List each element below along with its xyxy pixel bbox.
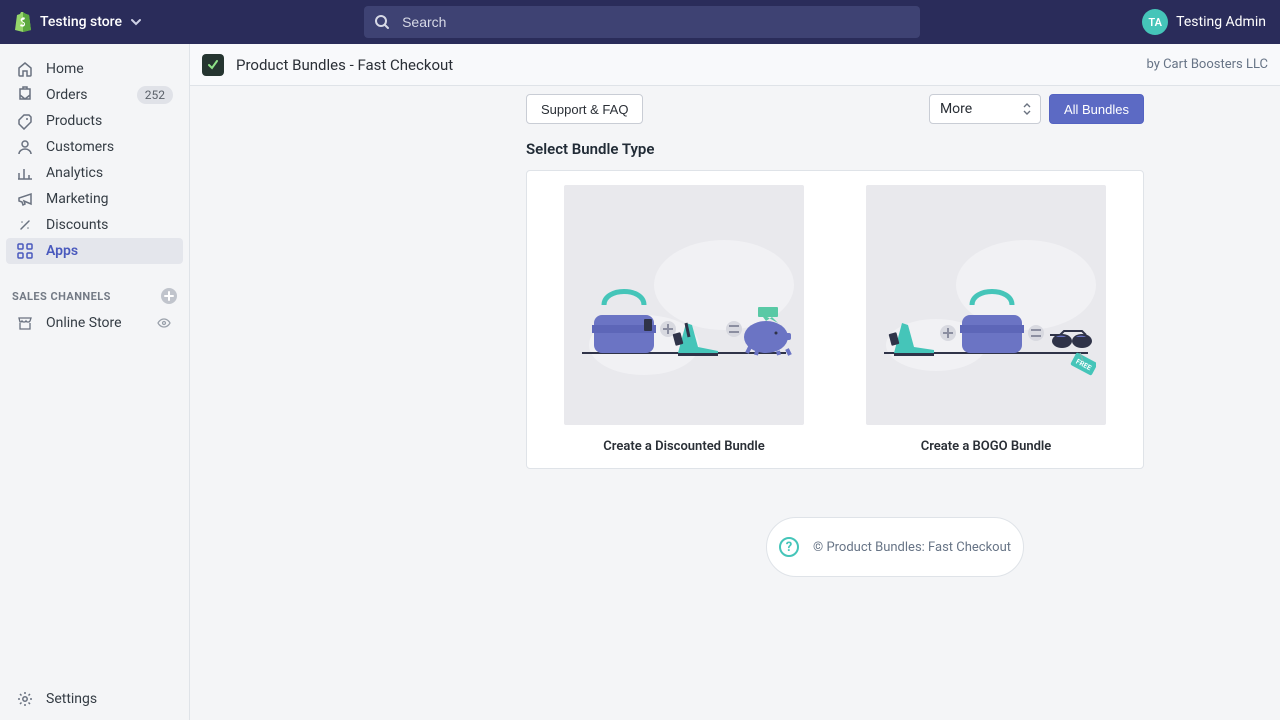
page-body: Product Bundles - Fast Checkout by Cart … <box>190 44 1280 720</box>
sidebar-item-label: Marketing <box>46 191 173 207</box>
sidebar-item-products[interactable]: Products <box>6 108 183 134</box>
sidebar-item-label: Products <box>46 113 173 129</box>
discounted-illustration <box>564 185 804 425</box>
search-field[interactable] <box>364 6 920 38</box>
apps-icon <box>16 242 34 260</box>
orders-badge: 252 <box>137 86 173 104</box>
sidebar: Home Orders 252 Products Customers Analy… <box>0 44 190 720</box>
app-icon <box>202 54 224 76</box>
bundle-option-bogo[interactable]: FREE Create a BOGO Bundle <box>843 185 1129 454</box>
sidebar-footer: Settings <box>0 678 189 720</box>
option-label: Create a BOGO Bundle <box>921 439 1052 454</box>
sidebar-item-marketing[interactable]: Marketing <box>6 186 183 212</box>
page-header: Product Bundles - Fast Checkout by Cart … <box>190 44 1280 86</box>
bogo-illustration: FREE <box>866 185 1106 425</box>
store-name: Testing store <box>40 14 122 30</box>
support-faq-button[interactable]: Support & FAQ <box>526 94 643 124</box>
search-container <box>364 6 920 38</box>
marketing-icon <box>16 190 34 208</box>
sidebar-item-label: Online Store <box>46 315 143 331</box>
products-icon <box>16 112 34 130</box>
section-label: SALES CHANNELS <box>12 290 111 303</box>
app-author: by Cart Boosters LLC <box>1146 57 1268 72</box>
customers-icon <box>16 138 34 156</box>
sidebar-item-home[interactable]: Home <box>6 56 183 82</box>
store-switcher[interactable]: Testing store <box>14 12 142 32</box>
sidebar-item-customers[interactable]: Customers <box>6 134 183 160</box>
sidebar-item-label: Analytics <box>46 165 173 181</box>
sidebar-item-label: Apps <box>46 243 173 259</box>
search-input[interactable] <box>400 13 910 31</box>
sidebar-item-analytics[interactable]: Analytics <box>6 160 183 186</box>
sidebar-item-label: Customers <box>46 139 173 155</box>
more-select[interactable]: More <box>929 94 1041 124</box>
online-store-icon <box>16 314 34 332</box>
bundle-type-card: Create a Discounted Bundle <box>526 170 1144 469</box>
sidebar-item-apps[interactable]: Apps <box>6 238 183 264</box>
gear-icon <box>16 690 34 708</box>
avatar: TA <box>1142 9 1168 35</box>
select-value: More <box>940 101 972 117</box>
help-icon: ? <box>779 537 799 557</box>
option-label: Create a Discounted Bundle <box>603 439 764 454</box>
bundle-options: Create a Discounted Bundle <box>541 185 1129 454</box>
discounts-icon <box>16 216 34 234</box>
copyright-text: © Product Bundles: Fast Checkout <box>813 540 1011 555</box>
analytics-icon <box>16 164 34 182</box>
chevron-down-icon <box>130 16 142 28</box>
orders-icon <box>16 86 34 104</box>
sidebar-item-orders[interactable]: Orders 252 <box>6 82 183 108</box>
shopify-logo <box>14 12 32 32</box>
sidebar-item-label: Settings <box>46 691 173 707</box>
eye-icon[interactable] <box>155 314 173 332</box>
nav-list: Home Orders 252 Products Customers Analy… <box>0 44 189 270</box>
home-icon <box>16 60 34 78</box>
select-bundle-type-heading: Select Bundle Type <box>526 140 1144 158</box>
channels-list: Online Store <box>0 310 189 342</box>
user-menu[interactable]: TA Testing Admin <box>1142 9 1266 35</box>
sidebar-item-label: Discounts <box>46 217 173 233</box>
sales-channels-header: SALES CHANNELS <box>0 270 189 310</box>
sidebar-item-label: Orders <box>46 87 125 103</box>
all-bundles-button[interactable]: All Bundles <box>1049 94 1144 124</box>
toolbar: Support & FAQ More All Bundles <box>526 94 1144 132</box>
top-bar: Testing store TA Testing Admin <box>0 0 1280 44</box>
bundle-option-discounted[interactable]: Create a Discounted Bundle <box>541 185 827 454</box>
add-channel-button[interactable] <box>161 288 177 304</box>
sidebar-item-settings[interactable]: Settings <box>6 686 183 712</box>
sidebar-item-label: Home <box>46 61 173 77</box>
user-name: Testing Admin <box>1176 14 1266 30</box>
select-caret-icon <box>1022 103 1032 115</box>
sidebar-item-online-store[interactable]: Online Store <box>6 310 183 336</box>
search-icon <box>374 14 390 30</box>
sidebar-item-discounts[interactable]: Discounts <box>6 212 183 238</box>
page-title: Product Bundles - Fast Checkout <box>236 56 453 74</box>
footer-help-pill[interactable]: ? © Product Bundles: Fast Checkout <box>766 517 1024 577</box>
